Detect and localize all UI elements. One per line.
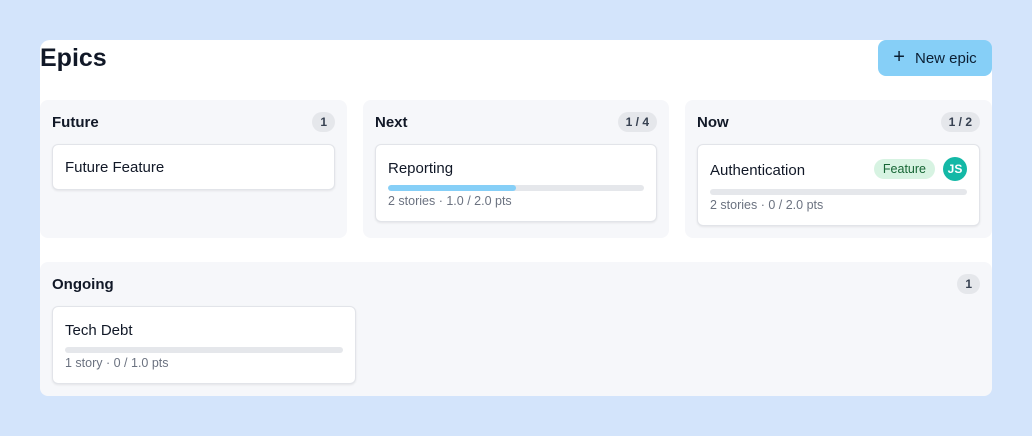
column-title: Future: [52, 114, 99, 131]
epic-card-authentication[interactable]: Authentication Feature JS 2 stories · 0 …: [697, 144, 980, 226]
progress-bar: [65, 347, 343, 353]
column-next: Next 1 / 4 Reporting 2 stories · 1.0 / 2…: [363, 100, 669, 238]
column-ongoing: Ongoing 1 Tech Debt 1 story · 0 / 1.0 pt…: [40, 262, 992, 396]
column-future: Future 1 Future Feature: [40, 100, 347, 238]
column-count-badge: 1 / 4: [617, 112, 657, 132]
tag-badge: Feature: [873, 159, 935, 179]
progress-bar: [710, 189, 967, 195]
epic-card-title: Future Feature: [65, 159, 165, 176]
column-now: Now 1 / 2 Authentication Feature JS 2 st…: [685, 100, 992, 238]
plus-icon: +: [893, 46, 905, 68]
column-count-badge: 1: [312, 112, 335, 132]
epic-card-tech-debt[interactable]: Tech Debt 1 story · 0 / 1.0 pts: [52, 306, 356, 384]
new-epic-label: New epic: [914, 49, 977, 67]
epic-card-reporting[interactable]: Reporting 2 stories · 1.0 / 2.0 pts: [375, 144, 657, 222]
epics-board: Epics + New epic Future 1 Future Feature…: [40, 40, 992, 396]
epic-card-title: Authentication: [710, 162, 806, 179]
avatar: JS: [943, 157, 967, 181]
column-title: Now: [697, 114, 729, 131]
epic-card-meta: 1 story · 0 / 1.0 pts: [65, 356, 169, 370]
column-title: Next: [375, 114, 408, 131]
progress-bar: [388, 185, 644, 191]
epic-card-title: Reporting: [388, 160, 454, 177]
column-count-badge: 1 / 2: [940, 112, 980, 132]
epic-card-future-feature[interactable]: Future Feature: [52, 144, 335, 190]
progress-fill: [388, 185, 516, 191]
page-title: Epics: [40, 44, 107, 72]
new-epic-button[interactable]: + New epic: [878, 40, 992, 76]
epic-card-meta: 2 stories · 0 / 2.0 pts: [710, 198, 824, 212]
epic-card-title: Tech Debt: [65, 322, 133, 339]
column-title: Ongoing: [52, 276, 114, 293]
column-count-badge: 1: [957, 274, 980, 294]
epic-card-meta: 2 stories · 1.0 / 2.0 pts: [388, 194, 512, 208]
